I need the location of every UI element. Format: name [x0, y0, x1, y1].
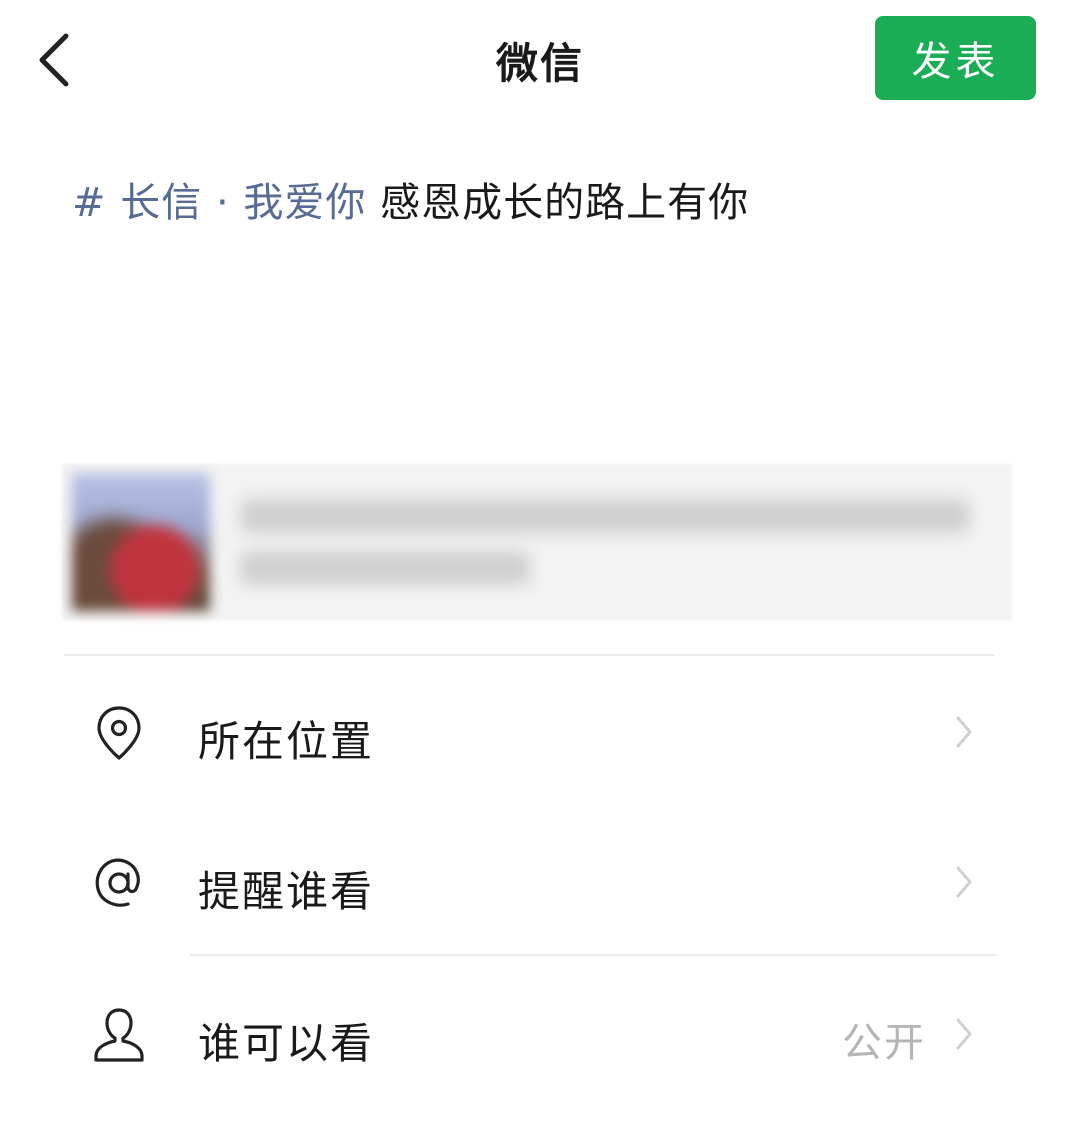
location-label: 所在位置 [198, 717, 375, 766]
person-icon [94, 1008, 144, 1062]
location-row[interactable]: 所在位置 [0, 680, 1080, 790]
visibility-value: 公开 [842, 1020, 926, 1066]
divider [64, 654, 994, 656]
post-text-input[interactable]: # 长信 · 我爱你 感恩成长的路上有你 [72, 170, 749, 228]
link-description-blurred [240, 499, 970, 585]
remind-label: 提醒谁看 [198, 867, 375, 916]
post-body-text: 感恩成长的路上有你 [366, 180, 750, 226]
publish-button[interactable]: 发表 [875, 16, 1036, 100]
at-icon [95, 858, 140, 907]
chevron-right-icon [956, 716, 972, 748]
topic-tag[interactable]: # 长信 · 我爱你 [72, 180, 366, 226]
shared-link-card[interactable] [62, 464, 1012, 620]
link-thumbnail [72, 473, 210, 611]
visibility-label: 谁可以看 [198, 1019, 375, 1068]
divider [190, 954, 996, 956]
top-bar: 微信 发表 [0, 0, 1080, 120]
chevron-right-icon [956, 1018, 972, 1050]
chevron-right-icon [956, 866, 972, 898]
remind-row[interactable]: 提醒谁看 [0, 830, 1080, 940]
visibility-row[interactable]: 谁可以看 公开 [0, 980, 1080, 1090]
location-pin-icon [97, 706, 141, 760]
